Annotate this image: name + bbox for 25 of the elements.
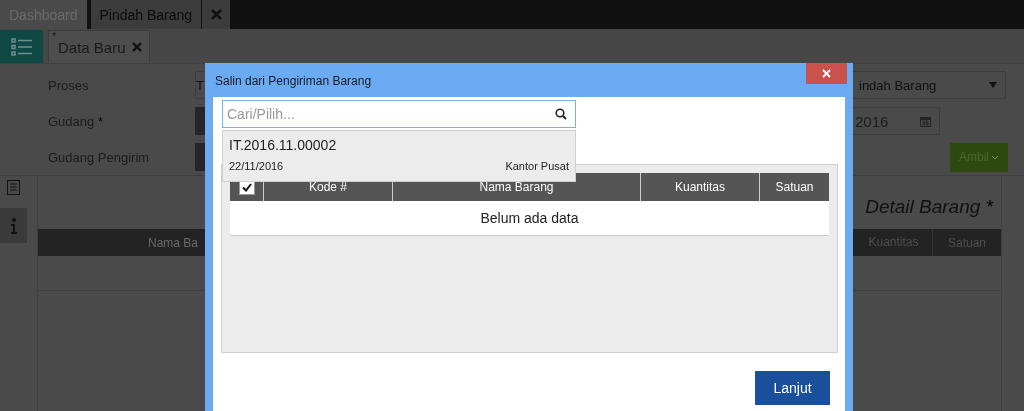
dialog-title: Salin dari Pengiriman Barang xyxy=(214,73,372,88)
chevron-icon xyxy=(991,154,999,160)
info-icon xyxy=(9,217,18,234)
close-icon xyxy=(822,69,831,78)
section-title: Detail Barang * xyxy=(865,196,993,219)
select-value: indah Barang xyxy=(859,77,937,93)
close-icon[interactable] xyxy=(131,42,142,52)
search-icon xyxy=(555,108,567,120)
search-field[interactable]: Cari/Pilih... xyxy=(222,100,576,128)
calendar-icon[interactable] xyxy=(920,115,931,127)
column-header: Satuan xyxy=(774,179,815,196)
info-tab[interactable] xyxy=(0,208,27,243)
close-icon xyxy=(210,9,222,20)
list-icon xyxy=(10,37,33,56)
next-button[interactable]: Lanjut xyxy=(755,371,830,405)
select-value: T xyxy=(196,77,204,93)
menu-button[interactable] xyxy=(0,30,43,63)
column-header: Nama Ba xyxy=(146,235,198,250)
close-button[interactable] xyxy=(806,63,847,84)
suggestion-item[interactable]: IT.2016.11.00002 22/11/2016 Kantor Pusat xyxy=(222,130,576,182)
list-icon[interactable] xyxy=(7,180,20,195)
empty-message: Belum ada data xyxy=(480,210,579,226)
dropdown-caret-icon xyxy=(989,82,997,88)
close-tab-button[interactable] xyxy=(202,0,231,29)
unsaved-marker: * xyxy=(52,30,57,42)
